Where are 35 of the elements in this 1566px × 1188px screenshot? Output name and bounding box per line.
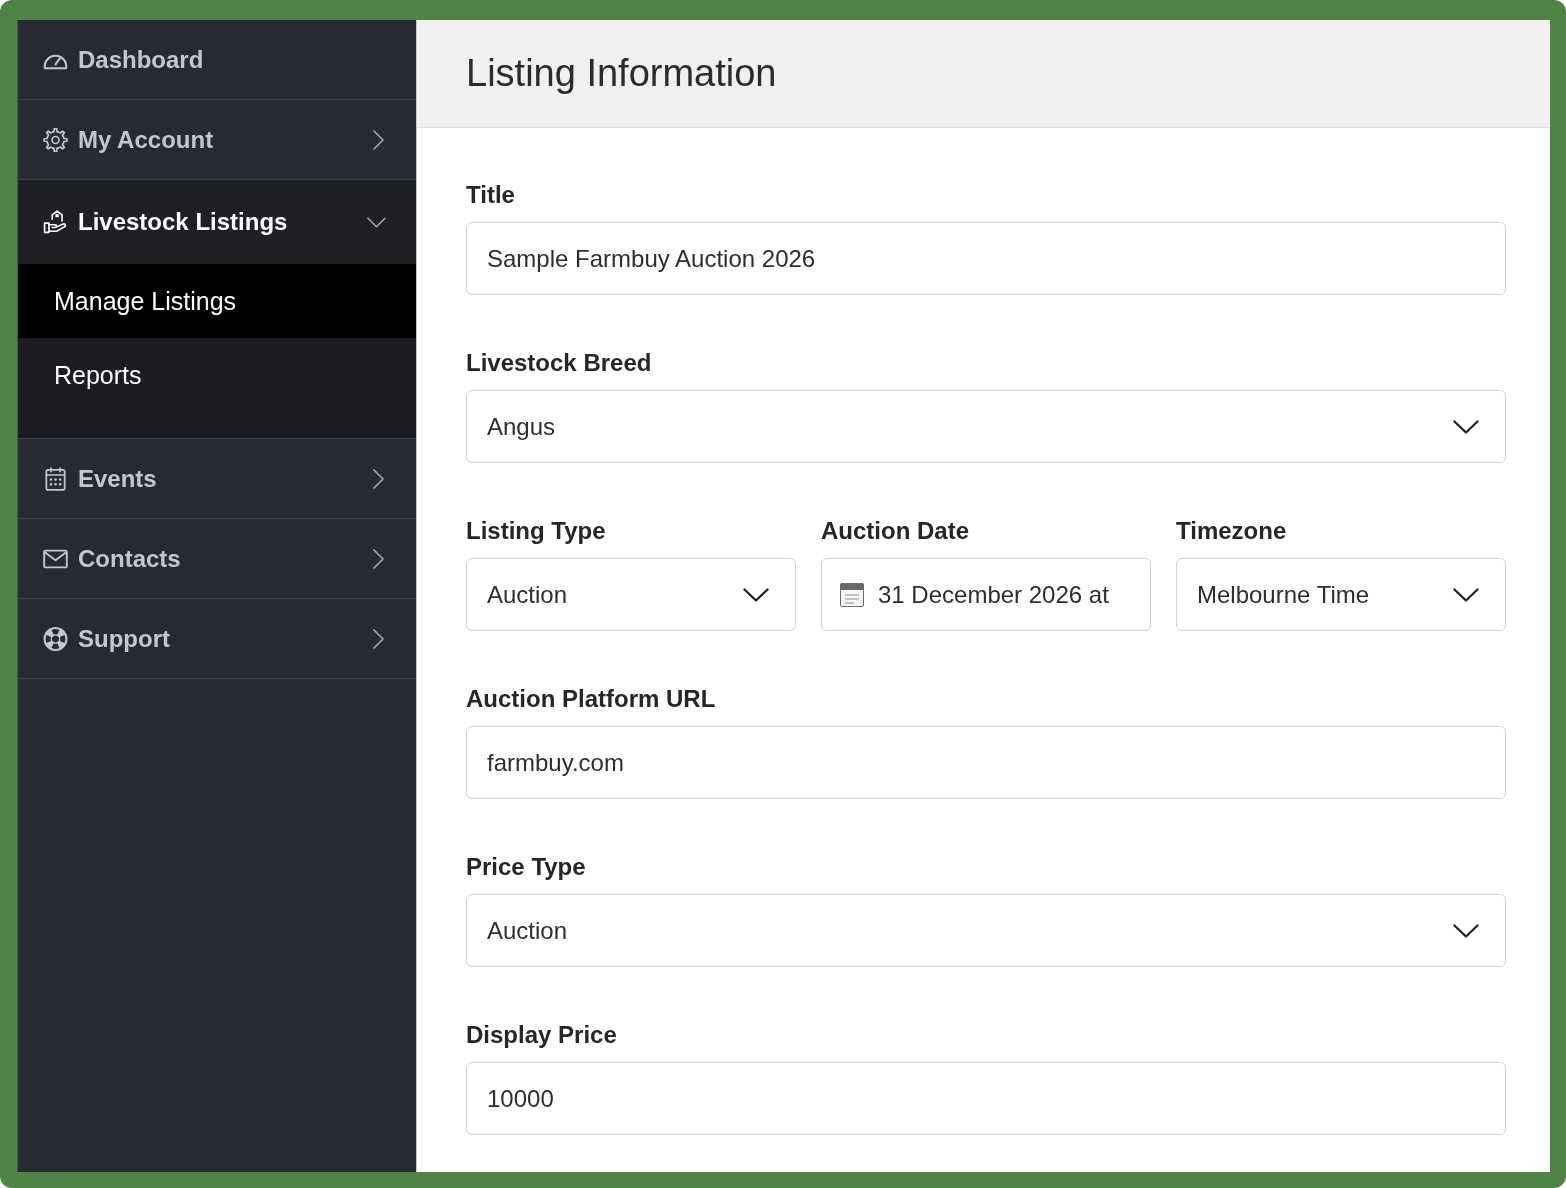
chevron-right-icon (373, 468, 384, 489)
field-label: Livestock Breed (466, 348, 653, 378)
chevron-down-icon (1453, 419, 1479, 434)
page-title: Listing Information (466, 52, 777, 95)
submenu-item[interactable]: Reports (18, 338, 416, 412)
field-label: Price Type (466, 852, 587, 882)
chevron-down-icon (743, 587, 769, 602)
chevron-down-icon (1453, 923, 1479, 938)
select-field[interactable]: Auction (466, 894, 1506, 967)
chevron-right-icon (373, 628, 384, 649)
nav-item[interactable]: Support (18, 599, 416, 679)
text-input[interactable]: Sample Farmbuy Auction 2026 (466, 222, 1506, 295)
field-label: Auction Platform URL (466, 684, 717, 714)
select-field[interactable]: Auction (466, 558, 796, 631)
chevron-down-icon (1453, 587, 1479, 602)
select-field[interactable]: Angus (466, 390, 1506, 463)
date-field[interactable]: 31 December 2026 at (821, 558, 1151, 631)
field-label: Timezone (1176, 516, 1288, 546)
select-field[interactable]: Melbourne Time (1176, 558, 1506, 631)
nav-item[interactable]: Livestock Listings (18, 180, 416, 264)
text-input[interactable]: 10000 (466, 1062, 1506, 1135)
field-label: Display Price (466, 1020, 618, 1050)
field-label: Auction Date (821, 516, 970, 546)
chevron-down-icon (367, 216, 386, 228)
lifebuoy-icon (43, 626, 68, 651)
field-label: Listing Type (466, 516, 607, 546)
chevron-right-icon (373, 548, 384, 569)
calendar-icon (43, 466, 68, 491)
field-label: Title (466, 180, 516, 210)
text-input[interactable]: farmbuy.com (466, 726, 1506, 799)
house-on-hand-icon (43, 210, 68, 234)
chevron-right-icon (373, 129, 384, 150)
gear-icon (43, 127, 68, 152)
calendar-icon (840, 582, 864, 607)
submenu-item[interactable]: Manage Listings (18, 264, 416, 338)
